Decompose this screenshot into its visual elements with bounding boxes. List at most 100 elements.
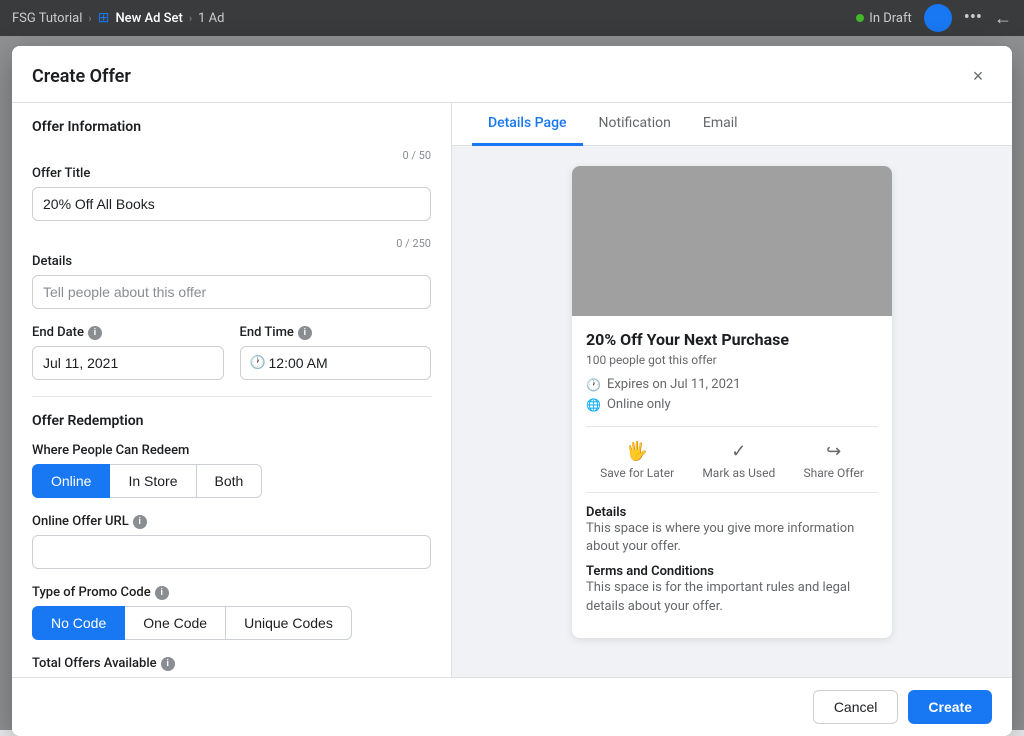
offer-title-input[interactable] [32,187,431,221]
offer-title-label: Offer Title [32,166,431,181]
tab-details-page[interactable]: Details Page [472,103,583,146]
time-input-wrapper: 🕐 [240,346,432,380]
where-redeem-label: Where People Can Redeem [32,443,431,458]
unique-codes-button[interactable]: Unique Codes [226,606,352,640]
promo-code-btn-group: No Code One Code Unique Codes [32,606,431,640]
both-button[interactable]: Both [197,464,263,498]
right-panel: Details Page Notification Email 20% Off … [452,103,1012,677]
promo-code-label: Type of Promo Code i [32,585,431,600]
where-redeem-group: Where People Can Redeem Online In Store … [32,443,431,498]
end-date-field: End Date i [32,325,224,380]
offer-card-meta: 🕐 Expires on Jul 11, 2021 🌐 Online only [586,377,878,427]
offer-information-title: Offer Information [32,119,431,135]
online-url-group: Online Offer URL i [32,514,431,569]
promo-code-group: Type of Promo Code i No Code One Code Un… [32,585,431,640]
status-dot [856,14,864,22]
one-code-button[interactable]: One Code [125,606,226,640]
offer-title-char-count: 0 / 50 [32,149,431,162]
modal-body: Offer Information 0 / 50 Offer Title 0 /… [12,103,1012,677]
save-for-later-action[interactable]: 🖐 Save for Later [600,441,674,480]
end-time-label: End Time i [240,325,432,340]
online-url-label: Online Offer URL i [32,514,431,529]
end-time-field: End Time i 🕐 [240,325,432,380]
cancel-button[interactable]: Cancel [813,690,899,724]
status-indicator: In Draft [856,11,911,26]
in-store-button[interactable]: In Store [110,464,196,498]
offer-card-body: 20% Off Your Next Purchase 100 people go… [572,316,892,638]
end-time-input[interactable] [240,346,432,380]
details-section-text: This space is where you give more inform… [586,520,878,556]
preview-area: 20% Off Your Next Purchase 100 people go… [452,146,1012,677]
clock-icon: 🕐 [250,356,266,371]
breadcrumb-sep-2: › [189,12,192,25]
breadcrumb-sep-1: › [88,12,91,25]
total-offers-group: Total Offers Available i [32,656,431,677]
breadcrumb-ad[interactable]: 1 Ad [198,11,224,26]
preview-tabs: Details Page Notification Email [452,103,1012,146]
mark-as-used-label: Mark as Used [702,466,775,480]
modal-overlay: Create Offer × Offer Information 0 / 50 … [0,36,1024,730]
end-date-info-icon[interactable]: i [88,326,102,340]
offer-preview-card: 20% Off Your Next Purchase 100 people go… [572,166,892,638]
details-section: Details This space is where you give mor… [586,505,878,556]
section-divider [32,396,431,397]
details-group: 0 / 250 Details [32,237,431,309]
more-options-button[interactable]: ••• [964,9,982,27]
redeem-location-btn-group: Online In Store Both [32,464,431,498]
online-url-info-icon[interactable]: i [133,515,147,529]
avatar[interactable] [924,4,952,32]
online-button[interactable]: Online [32,464,110,498]
globe-meta-icon: 🌐 [586,398,601,412]
offer-card-title: 20% Off Your Next Purchase [586,330,878,349]
clock-meta-icon: 🕐 [586,378,601,392]
promo-code-info-icon[interactable]: i [155,586,169,600]
terms-section: Terms and Conditions This space is for t… [586,564,878,615]
mark-as-used-action[interactable]: ✓ Mark as Used [702,441,775,480]
status-label: In Draft [869,11,911,26]
modal-header: Create Offer × [12,46,1012,103]
details-label: Details [32,254,431,269]
offer-card-subtitle: 100 people got this offer [586,353,878,367]
close-button[interactable]: × [964,62,992,90]
grid-icon: ⊞ [98,10,110,26]
save-for-later-label: Save for Later [600,466,674,480]
share-offer-action[interactable]: ↪ Share Offer [803,441,863,480]
offer-card-image [572,166,892,316]
details-input[interactable] [32,275,431,309]
share-offer-label: Share Offer [803,466,863,480]
expires-meta: 🕐 Expires on Jul 11, 2021 [586,377,878,392]
online-url-input[interactable] [32,535,431,569]
details-section-title: Details [586,505,878,520]
top-bar-right: In Draft ••• ← [856,4,1012,32]
location-meta: 🌐 Online only [586,397,878,412]
expires-text: Expires on Jul 11, 2021 [607,377,741,392]
modal-title: Create Offer [32,66,131,87]
left-panel: Offer Information 0 / 50 Offer Title 0 /… [12,103,452,677]
terms-section-title: Terms and Conditions [586,564,878,579]
breadcrumb-fsg[interactable]: FSG Tutorial [12,11,82,26]
offer-card-details: Details This space is where you give mor… [586,505,878,616]
offer-redemption-title: Offer Redemption [32,413,431,429]
breadcrumb: FSG Tutorial › ⊞ New Ad Set › 1 Ad [12,10,225,26]
end-time-info-icon[interactable]: i [298,326,312,340]
save-for-later-icon: 🖐 [626,441,648,462]
modal-footer: Cancel Create [12,677,1012,736]
total-offers-info-icon[interactable]: i [161,657,175,671]
details-char-count: 0 / 250 [32,237,431,250]
create-button[interactable]: Create [908,690,992,724]
end-date-input[interactable] [32,346,224,380]
end-date-label: End Date i [32,325,224,340]
breadcrumb-adset[interactable]: New Ad Set [115,11,182,26]
top-bar: FSG Tutorial › ⊞ New Ad Set › 1 Ad In Dr… [0,0,1024,36]
offer-title-group: 0 / 50 Offer Title [32,149,431,221]
date-time-row: End Date i End Time i 🕐 [32,325,431,380]
tab-email[interactable]: Email [687,103,754,146]
no-code-button[interactable]: No Code [32,606,125,640]
tab-notification[interactable]: Notification [583,103,687,146]
location-text: Online only [607,397,671,412]
share-icon: ↪ [826,441,841,462]
total-offers-label: Total Offers Available i [32,656,431,671]
back-button[interactable]: ← [994,8,1012,29]
checkmark-icon: ✓ [731,441,746,462]
offer-card-actions: 🖐 Save for Later ✓ Mark as Used ↪ Share … [586,441,878,493]
